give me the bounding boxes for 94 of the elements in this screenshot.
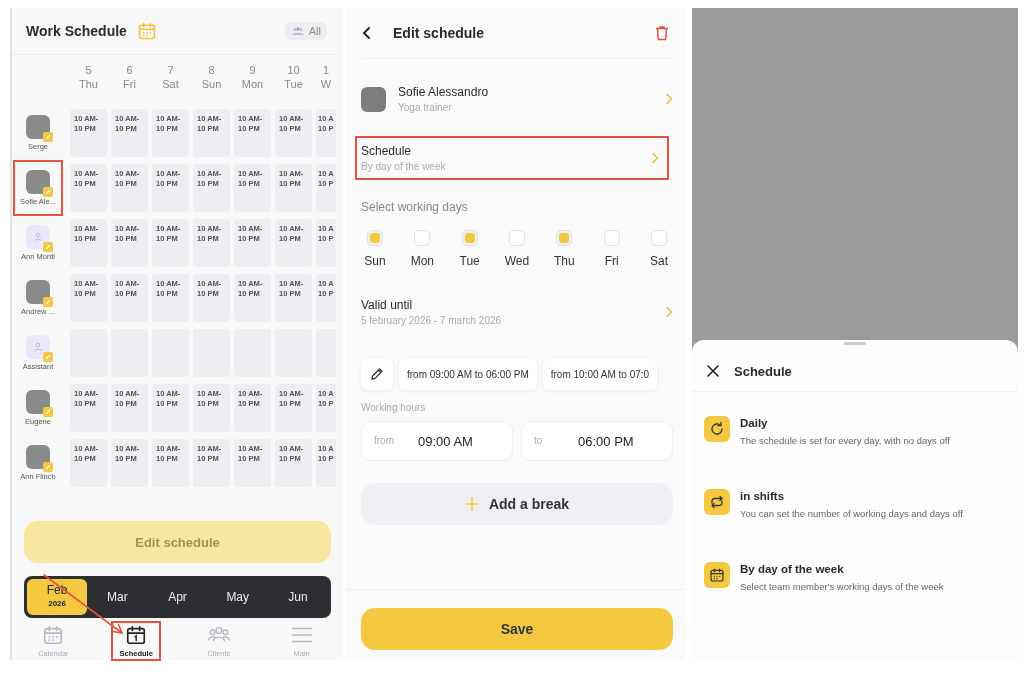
day-number: 5 [85,63,92,77]
edit-badge-icon [43,352,53,362]
row-label: Schedule [361,144,413,158]
weekday-label: W [320,77,332,91]
schedule-option[interactable]: By day of the week Select team member's working days of the week [704,562,1006,592]
edit-badge-icon [43,462,53,472]
schedule-option[interactable]: in shifts You can set the number of working days and days off [704,489,1006,519]
save-button[interactable]: Save [361,608,673,650]
field-label: from [374,435,394,446]
hours-preset-chip[interactable]: from 09:00 AM to 06:00 PM [399,358,537,390]
day-label: Thu [553,254,575,268]
avatar-photo [26,280,50,304]
row-value: By day of the week [361,161,447,172]
day-label: Mon [410,254,434,268]
plus-icon [464,497,479,511]
section-label: Select working days [361,200,469,214]
day-checkbox[interactable] [414,230,431,246]
day-label: Fri [604,254,619,268]
calendar-icon [42,624,65,646]
back-icon[interactable] [361,26,373,40]
day-label: Sat [649,254,668,268]
option-description: The schedule is set for every day, with no days off [740,435,950,446]
day-checkbox[interactable] [461,230,478,246]
day-checkbox[interactable] [650,230,667,246]
member-role: Yoga trainer [398,102,453,113]
edit-badge-icon [43,297,53,307]
day-number: 6 [126,63,133,77]
chevron-right-icon [665,93,673,105]
weekday-label: Fri [123,77,136,91]
field-group-label: Working hours [361,402,427,413]
option-description: Select team member's working days of the week [740,581,944,592]
add-break-button[interactable]: Add a break [361,483,673,525]
weekday-label: Sun [201,77,222,91]
screen-title: Edit schedule [393,25,485,41]
trash-icon[interactable] [655,25,669,41]
schedule-option[interactable]: Daily The schedule is set for every day, with no days off [704,416,1006,446]
edit-badge-icon [43,407,53,417]
refresh-icon [709,421,725,437]
option-title: Daily [740,417,769,429]
row-value: 5 february 2026 - 7 march 2026 [361,315,503,326]
day-label: Wed [504,254,530,268]
month-tab[interactable]: Apr [147,579,208,615]
option-title: in shifts [740,490,786,502]
day-checkbox[interactable] [367,230,383,246]
month-tab[interactable]: Mar [87,579,148,615]
screen-title: Work Schedule [26,23,127,39]
day-label: Tue [459,254,480,268]
schedule-type-row[interactable]: Schedule By day of the week [355,136,669,180]
drag-handle[interactable] [844,342,866,345]
month-tab[interactable]: Feb 2026 [27,579,88,615]
repeat-icon [709,494,725,510]
member-name: Sofie Alessandro [398,85,490,99]
person-icon [33,232,43,242]
avatar-photo [26,445,50,469]
field-label: to [534,435,543,446]
avatar-photo [26,115,50,139]
day-number: 9 [249,63,256,77]
avatar-photo [26,390,50,414]
day-number: 8 [208,63,215,77]
day-checkbox[interactable] [509,230,525,246]
edit-presets-button[interactable] [361,358,393,390]
chevron-right-icon [651,152,659,164]
day-checkbox[interactable] [603,230,620,246]
weekday-label: Sat [162,77,179,91]
weekday-label: Thu [79,77,98,91]
weekday-label: Tue [284,77,303,91]
row-label: Valid until [361,298,414,312]
avatar-photo [26,170,50,194]
pencil-icon [369,366,385,382]
valid-until-row[interactable]: Valid until 5 february 2026 - 7 march 2026 [361,296,673,328]
day-number: 7 [167,63,174,77]
calendar-icon [136,21,157,41]
calendar-icon [709,567,725,583]
edit-badge-icon [43,132,53,142]
team-member-row[interactable]: Sofie Alessandro Yoga trainer [361,79,673,119]
month-tab[interactable]: May [207,579,268,615]
avatar-photo [361,86,386,112]
person-icon [33,342,43,352]
day-number: 10 [287,63,300,77]
option-description: You can set the number of working days and days off [740,508,963,519]
sheet-title: Schedule [734,363,792,379]
group-icon [290,26,305,36]
day-number: 1 [322,63,330,77]
close-icon[interactable] [706,364,720,378]
weekday-label: Mon [241,77,264,91]
day-label: Sun [364,254,386,268]
day-checkbox[interactable] [556,230,573,246]
edit-badge-icon [43,187,53,197]
month-tab[interactable]: Jun [267,579,328,615]
edit-badge-icon [43,242,53,252]
calendar-icon [125,624,148,646]
hours-preset-chip[interactable]: from 10:00 AM to 07:0 [542,358,658,390]
option-title: By day of the week [740,563,845,575]
chevron-right-icon [665,306,673,318]
